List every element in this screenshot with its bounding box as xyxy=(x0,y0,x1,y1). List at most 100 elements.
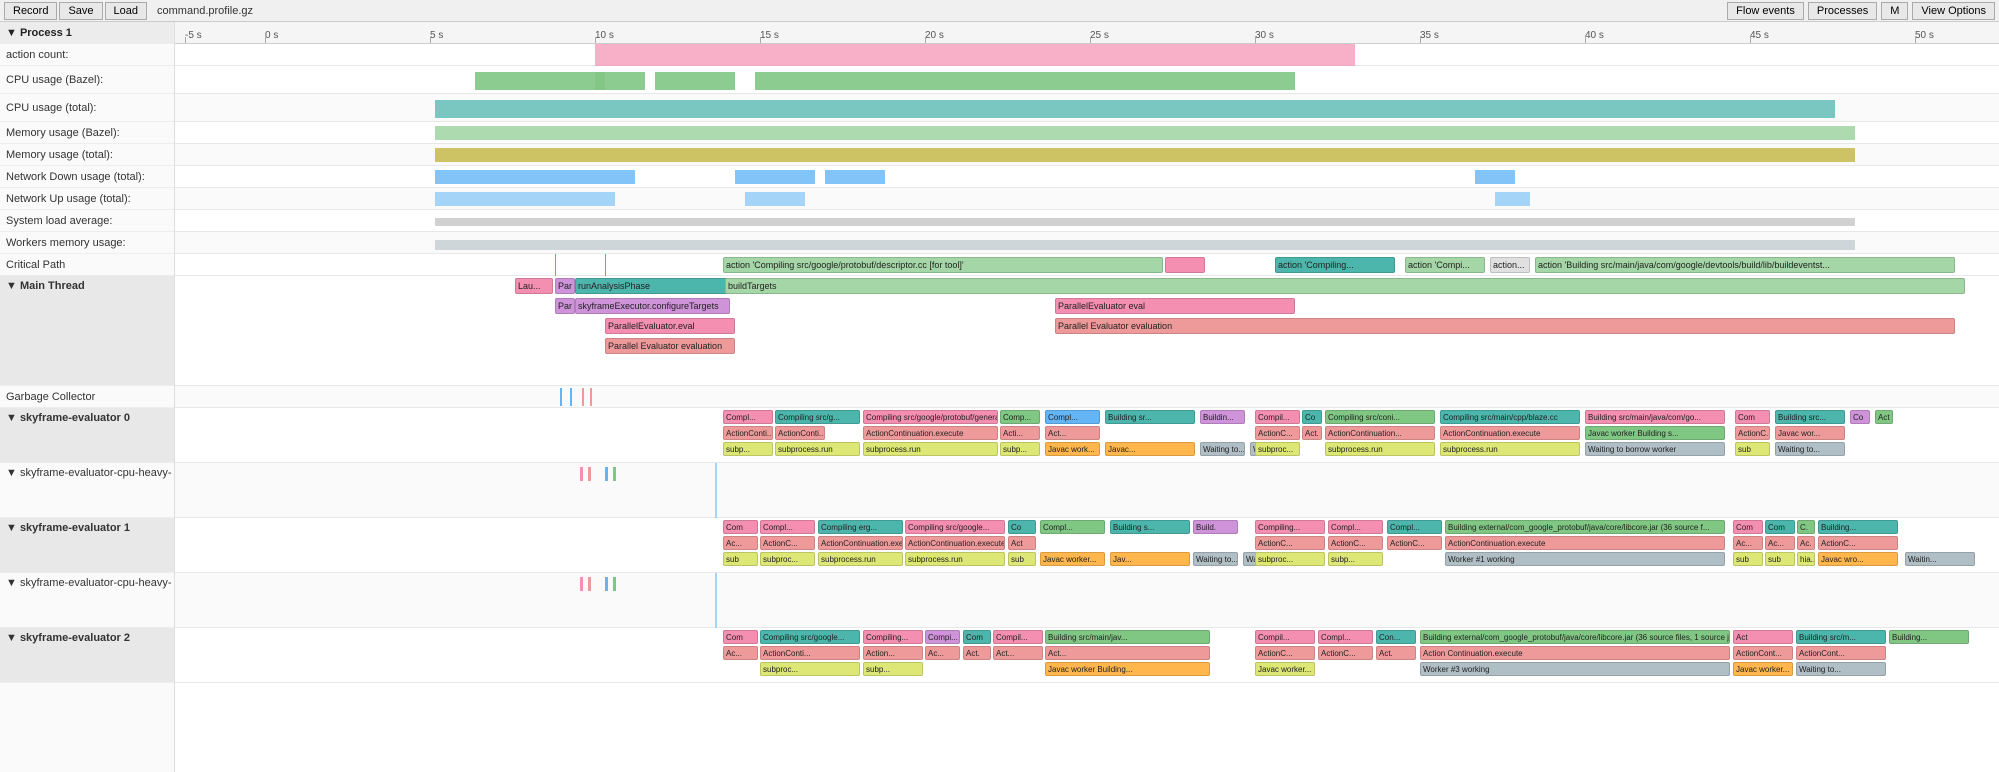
se2-com[interactable]: Com xyxy=(723,630,758,644)
se2-javac-far[interactable]: Javac worker... xyxy=(1733,662,1793,676)
se1-ac-exec[interactable]: ActionContinuation.execute xyxy=(818,536,903,550)
se0-compl1[interactable]: Compl... xyxy=(723,410,773,424)
cp-span-4[interactable]: action 'Compi... xyxy=(1405,257,1485,273)
se2-compil-r1[interactable]: Compil... xyxy=(1255,630,1315,644)
mt-run-analysis[interactable]: runAnalysisPhase xyxy=(575,278,745,294)
se1-javac-far[interactable]: Javac wro... xyxy=(1818,552,1898,566)
se0-co[interactable]: Co xyxy=(1302,410,1322,424)
mt-lau[interactable]: Lau... xyxy=(515,278,553,294)
se2-ac-cont-r[interactable]: Action Continuation.execute xyxy=(1420,646,1730,660)
se2-subproc1[interactable]: subproc... xyxy=(760,662,860,676)
se0-subprocess3[interactable]: subprocess.run xyxy=(1325,442,1435,456)
se1-ac-r1[interactable]: ActionC... xyxy=(1255,536,1325,550)
se1-building-far[interactable]: Building... xyxy=(1818,520,1898,534)
se1-compl[interactable]: Compl... xyxy=(760,520,815,534)
se1-ac-cont-exec[interactable]: ActionContinuation.execute xyxy=(1445,536,1725,550)
se1-sub1[interactable]: sub xyxy=(723,552,758,566)
se1-jav[interactable]: Jav... xyxy=(1110,552,1190,566)
se1-ac-far2[interactable]: Ac... xyxy=(1765,536,1795,550)
se1-javac-worker[interactable]: Javac worker... xyxy=(1040,552,1105,566)
se1-waitin-far[interactable]: Waitin... xyxy=(1905,552,1975,566)
se0-waiting[interactable]: Waiting to... xyxy=(1200,442,1245,456)
se1-subp-r[interactable]: subp... xyxy=(1328,552,1383,566)
se2-compiling-google[interactable]: Compiling src/google... xyxy=(760,630,860,644)
se0-subproc3[interactable]: subproc... xyxy=(1255,442,1300,456)
view-options-button[interactable]: View Options xyxy=(1912,2,1995,20)
se1-waiting[interactable]: Waiting to... xyxy=(1193,552,1238,566)
se0-com-r[interactable]: Com xyxy=(1735,410,1770,424)
se1-sub-far[interactable]: sub xyxy=(1733,552,1763,566)
se0-compiling-src[interactable]: Compiling src/g... xyxy=(775,410,860,424)
record-button[interactable]: Record xyxy=(4,2,57,20)
mt-parallel-eval1[interactable]: ParallelEvaluator.eval xyxy=(605,318,735,334)
se0-sub2[interactable]: subp... xyxy=(1000,442,1040,456)
se2-ac-cont-far[interactable]: ActionCont... xyxy=(1733,646,1793,660)
se1-compl2[interactable]: Compl... xyxy=(1040,520,1105,534)
se1-subprocess1[interactable]: subprocess.run xyxy=(818,552,903,566)
se2-compl-r2[interactable]: Compl... xyxy=(1318,630,1373,644)
se1-ac-r2[interactable]: ActionC... xyxy=(1328,536,1383,550)
cp-span-1[interactable]: action 'Compiling src/google/protobuf/de… xyxy=(723,257,1163,273)
se0-subprocess4[interactable]: subprocess.run xyxy=(1440,442,1580,456)
se2-act1[interactable]: Ac... xyxy=(723,646,758,660)
se0-compl2[interactable]: Compl... xyxy=(1045,410,1100,424)
se2-javac-worker[interactable]: Javac worker Building... xyxy=(1045,662,1210,676)
se0-waiting-r[interactable]: Waiting to... xyxy=(1775,442,1845,456)
se2-action[interactable]: Action... xyxy=(863,646,923,660)
se2-act-r[interactable]: Act xyxy=(1733,630,1793,644)
se1-action-far[interactable]: ActionC... xyxy=(1818,536,1898,550)
se2-ac-cont2[interactable]: Act... xyxy=(1045,646,1210,660)
se2-ac2[interactable]: Ac... xyxy=(925,646,960,660)
se1-com-far[interactable]: Com xyxy=(1733,520,1763,534)
se1-com[interactable]: Com xyxy=(723,520,758,534)
se2-act2[interactable]: Act. xyxy=(963,646,991,660)
se0-ac-cont2[interactable]: ActionContinuation.execute xyxy=(1440,426,1580,440)
se0-compil3[interactable]: Compil... xyxy=(1255,410,1300,424)
se1-ac-far1[interactable]: Ac... xyxy=(1733,536,1763,550)
load-button[interactable]: Load xyxy=(105,2,147,20)
se2-ac3[interactable]: Act... xyxy=(993,646,1043,660)
se2-ac-r3[interactable]: Act. xyxy=(1376,646,1416,660)
cp-span-3[interactable]: action 'Compiling... xyxy=(1275,257,1395,273)
processes-button[interactable]: Processes xyxy=(1808,2,1877,20)
se2-building-src2[interactable]: Building src/m... xyxy=(1796,630,1886,644)
se2-ac-cont[interactable]: ActionConti... xyxy=(760,646,860,660)
cp-span-5[interactable]: action... xyxy=(1490,257,1530,273)
flow-events-button[interactable]: Flow events xyxy=(1727,2,1804,20)
se1-act[interactable]: Act xyxy=(1008,536,1036,550)
se1-build[interactable]: Build. xyxy=(1193,520,1238,534)
se0-ac-r1[interactable]: ActionC... xyxy=(1735,426,1770,440)
se1-ac-r3[interactable]: ActionC... xyxy=(1387,536,1442,550)
se0-subprocess1[interactable]: subprocess.run xyxy=(775,442,860,456)
se1-hia[interactable]: hia... xyxy=(1797,552,1815,566)
se1-compl-r[interactable]: Compl... xyxy=(1328,520,1383,534)
se1-subprocess2[interactable]: subprocess.run xyxy=(905,552,1005,566)
se0-ac1[interactable]: ActionConti... xyxy=(723,426,773,440)
se2-building-ext[interactable]: Building external/com_google_protobuf/ja… xyxy=(1420,630,1730,644)
se0-building-r[interactable]: Building src... xyxy=(1775,410,1845,424)
mt-skyframe-config[interactable]: skyframeExecutor.configureTargets xyxy=(575,298,730,314)
mt-parallel-eval-eval2[interactable]: Parallel Evaluator evaluation xyxy=(1055,318,1955,334)
se0-compiling-proto[interactable]: Compiling src/google/protobuf/general... xyxy=(863,410,998,424)
se2-compi[interactable]: Compi... xyxy=(925,630,960,644)
se0-javac-work[interactable]: Javac work... xyxy=(1045,442,1100,456)
se0-javac2[interactable]: Javac... xyxy=(1105,442,1195,456)
se1-ac2[interactable]: ActionC... xyxy=(760,536,815,550)
se0-sub1[interactable]: subp... xyxy=(723,442,773,456)
se2-com-r[interactable]: Con... xyxy=(1376,630,1416,644)
se1-subproc1[interactable]: subproc... xyxy=(760,552,815,566)
se0-ac-r2[interactable]: Javac wor... xyxy=(1775,426,1845,440)
se1-compiling-erg[interactable]: Compiling erg... xyxy=(818,520,903,534)
se2-subp2[interactable]: subp... xyxy=(863,662,923,676)
cp-span-6[interactable]: action 'Building src/main/java/com/googl… xyxy=(1535,257,1955,273)
se1-c-far[interactable]: C. xyxy=(1797,520,1815,534)
se0-building-src[interactable]: Building sr... xyxy=(1105,410,1195,424)
se1-compiling-google[interactable]: Compiling src/google... xyxy=(905,520,1005,534)
se0-buildin[interactable]: Buildin... xyxy=(1200,410,1245,424)
se2-ac-r1[interactable]: ActionC... xyxy=(1255,646,1315,660)
se2-ac-r2[interactable]: ActionC... xyxy=(1318,646,1373,660)
cp-span-2[interactable] xyxy=(1165,257,1205,273)
se0-javac-worker[interactable]: Javac worker Building s... xyxy=(1585,426,1725,440)
se1-worker1-working[interactable]: Worker #1 working xyxy=(1445,552,1725,566)
se1-com2-far[interactable]: Com xyxy=(1765,520,1795,534)
